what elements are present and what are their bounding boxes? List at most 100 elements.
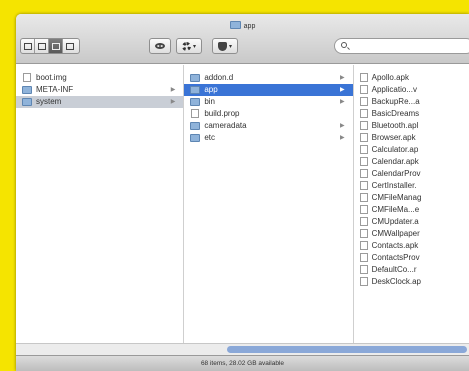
item-label: app	[204, 85, 218, 94]
file-item[interactable]: Calculator.ap	[354, 144, 469, 156]
column-view-button[interactable]	[49, 39, 63, 53]
disclosure-arrow-icon: ▶	[339, 87, 345, 93]
file-item[interactable]: Apollo.apk	[354, 72, 469, 84]
file-item[interactable]: Contacts.apk	[354, 240, 469, 252]
item-label: Contacts.apk	[371, 241, 419, 250]
item-label: Calculator.ap	[371, 145, 419, 154]
file-icon	[359, 181, 368, 190]
column-2[interactable]: addon.d ▶ app ▶ bin ▶ build.prop cameradata ▶ etc…	[184, 65, 354, 343]
file-item[interactable]: CMFileMa...e	[354, 204, 469, 216]
disclosure-arrow-icon: ▶	[339, 75, 345, 81]
folder-item[interactable]: META-INF ▶	[16, 84, 183, 96]
folder-item[interactable]: system ▶	[16, 96, 184, 108]
file-icon	[359, 157, 368, 166]
file-item[interactable]: BackupRe...a	[354, 96, 469, 108]
file-icon	[359, 73, 368, 82]
file-icon	[359, 85, 368, 94]
file-item[interactable]: Bluetooth.apl	[354, 120, 469, 132]
item-label: CMFileMa...e	[371, 205, 420, 214]
finder-window: app ▾ ▾ boot.img META-INF ▶ system ▶ addon.d	[16, 14, 469, 371]
view-switcher[interactable]	[20, 38, 80, 54]
disclosure-arrow-icon: ▶	[339, 123, 345, 129]
search-field[interactable]	[334, 38, 469, 54]
share-menu-button[interactable]: ▾	[212, 38, 238, 54]
file-item[interactable]: CMFileManag	[354, 192, 469, 204]
folder-icon	[229, 21, 241, 29]
eye-icon	[155, 43, 165, 49]
folder-icon	[22, 86, 32, 94]
folder-icon	[190, 122, 201, 130]
item-label: Applicatio...v	[371, 85, 417, 94]
folder-item[interactable]: app ▶	[184, 84, 353, 96]
file-icon	[359, 217, 368, 226]
folder-icon	[190, 74, 201, 82]
file-item[interactable]: Browser.apk	[354, 132, 469, 144]
item-label: CMUpdater.a	[371, 217, 419, 226]
folder-icon	[22, 98, 32, 106]
list-view-button[interactable]	[35, 39, 49, 53]
disclosure-arrow-icon: ▶	[339, 135, 345, 141]
item-label: build.prop	[204, 109, 240, 118]
item-label: boot.img	[36, 73, 67, 82]
file-item[interactable]: Applicatio...v	[354, 84, 469, 96]
file-icon	[359, 253, 368, 262]
item-label: CalendarProv	[371, 169, 421, 178]
item-label: DeskClock.ap	[371, 277, 421, 286]
disclosure-arrow-icon: ▶	[339, 99, 345, 105]
file-icon	[359, 133, 368, 142]
file-item[interactable]: BasicDreams	[354, 108, 469, 120]
status-bar: 68 items, 28.02 GB available	[16, 355, 469, 371]
file-item[interactable]: DeskClock.ap	[354, 276, 469, 288]
folder-icon	[190, 98, 201, 106]
file-item[interactable]: CalendarProv	[354, 168, 469, 180]
file-item[interactable]: CMUpdater.a	[354, 216, 469, 228]
column-3[interactable]: Apollo.apk Applicatio...v BackupRe...a Basi…	[354, 65, 469, 343]
dropbox-icon	[217, 41, 227, 51]
search-icon	[341, 42, 347, 48]
file-item[interactable]: CMWallpaper	[354, 228, 469, 240]
chevron-down-icon: ▾	[228, 43, 232, 50]
item-label: cameradata	[204, 121, 247, 130]
file-item[interactable]: DefaultCo...r	[354, 264, 469, 276]
file-icon	[359, 121, 368, 130]
folder-item[interactable]: cameradata ▶	[184, 120, 352, 132]
item-label: CMFileManag	[371, 193, 422, 202]
folder-item[interactable]: etc ▶	[184, 132, 352, 144]
folder-item[interactable]: bin ▶	[184, 96, 352, 108]
item-label: addon.d	[204, 73, 234, 82]
item-label: system	[36, 97, 62, 106]
file-item[interactable]: CertInstaller.	[354, 180, 469, 192]
scrollbar-thumb[interactable]	[227, 346, 467, 353]
list-icon	[37, 42, 46, 50]
item-label: Bluetooth.apl	[371, 121, 419, 130]
file-icon	[359, 169, 368, 178]
folder-item[interactable]: addon.d ▶	[184, 72, 352, 84]
item-label: CMWallpaper	[371, 229, 420, 238]
file-icon	[359, 145, 368, 154]
chevron-down-icon: ▾	[192, 43, 196, 50]
window-title: app	[16, 21, 469, 30]
coverflow-icon	[66, 42, 74, 50]
column-1[interactable]: boot.img META-INF ▶ system ▶	[16, 65, 185, 343]
disclosure-arrow-icon: ▶	[170, 87, 176, 93]
icon-view-button[interactable]	[21, 39, 35, 53]
file-icon	[359, 109, 368, 118]
action-menu-button[interactable]: ▾	[176, 38, 202, 54]
horizontal-scrollbar[interactable]	[16, 343, 469, 355]
item-label: etc	[204, 133, 215, 142]
item-label: bin	[204, 97, 216, 106]
file-item[interactable]: boot.img	[16, 72, 183, 84]
item-label: Browser.apk	[371, 133, 416, 142]
item-label: META-INF	[36, 85, 74, 94]
file-icon	[359, 241, 368, 250]
file-item[interactable]: Calendar.apk	[354, 156, 469, 168]
item-label: Calendar.apk	[371, 157, 419, 166]
item-label: BackupRe...a	[371, 97, 420, 106]
file-icon	[359, 265, 368, 274]
quick-look-button[interactable]	[149, 38, 171, 54]
status-text: 68 items, 28.02 GB available	[200, 360, 285, 367]
coverflow-view-button[interactable]	[63, 39, 77, 53]
file-item[interactable]: ContactsProv	[354, 252, 469, 264]
file-icon	[23, 73, 31, 82]
file-item[interactable]: build.prop	[184, 108, 352, 120]
